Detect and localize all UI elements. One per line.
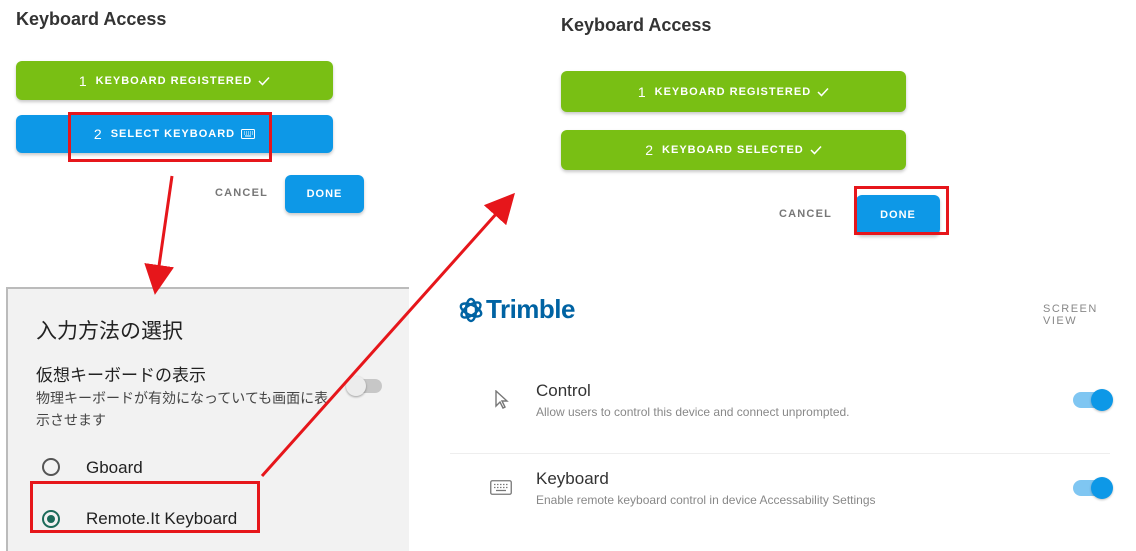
trimble-brand-text: Trimble [486,294,575,324]
settings-divider [450,453,1110,454]
trimble-globe-icon [459,297,483,322]
control-setting-title: Control [536,381,591,400]
keyboard-setting-description: Enable remote keyboard control in device… [536,493,876,507]
arrow-down [144,175,174,295]
arrow-up-right [260,192,515,477]
cursor-icon [495,390,509,409]
keyboard-toggle[interactable] [1073,477,1113,499]
control-setting-description: Allow users to control this device and c… [536,405,850,419]
control-toggle[interactable] [1073,389,1113,411]
keyboard-icon [490,480,512,495]
screen-view-button[interactable]: SCREEN VIEW [1043,303,1136,327]
keyboard-setting-title: Keyboard [536,469,609,488]
trimble-logo: Trimble [458,294,575,325]
